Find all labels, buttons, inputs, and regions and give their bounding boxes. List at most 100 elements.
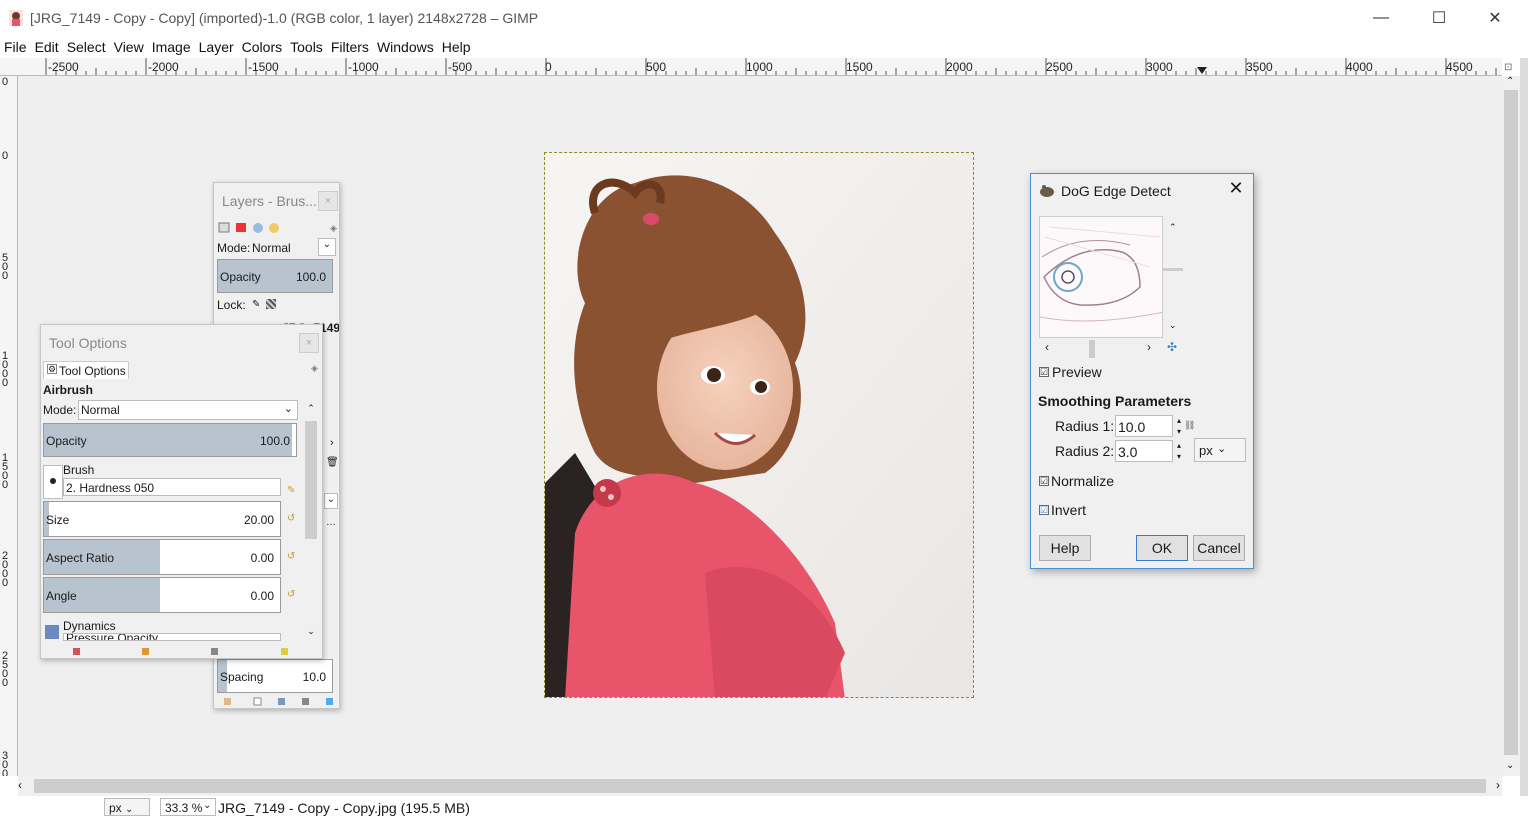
girl-portrait-image bbox=[545, 153, 973, 697]
scroll-left-icon[interactable]: ‹ bbox=[18, 778, 22, 792]
close-window-button[interactable]: ✕ bbox=[1472, 0, 1518, 36]
tab-tool-options[interactable]: ⚙ Tool Options bbox=[43, 361, 129, 379]
tool-mode-select[interactable]: Normal ⌄ bbox=[78, 400, 298, 420]
more-icon[interactable]: … bbox=[326, 517, 336, 528]
menu-filters[interactable]: Filters bbox=[331, 36, 369, 58]
preview-scroll-right-icon[interactable]: › bbox=[1147, 340, 1151, 354]
brush-actions-bar[interactable] bbox=[222, 695, 334, 706]
tool-options-scrollbar[interactable]: ⌃ ⌄ bbox=[303, 403, 319, 639]
opacity-value: 100.0 bbox=[259, 434, 290, 448]
unit-select[interactable]: px ⌄ bbox=[1194, 438, 1246, 462]
scroll-thumb bbox=[305, 421, 317, 539]
radius2-input[interactable]: 3.0 bbox=[1115, 440, 1173, 462]
scroll-down-icon[interactable]: ⌄ bbox=[1506, 760, 1514, 771]
preview-area[interactable] bbox=[1039, 216, 1163, 338]
vertical-ruler[interactable]: 0 0 500 1000 1500 2000 2500 3000 bbox=[0, 76, 18, 776]
spacing-label: Spacing bbox=[220, 670, 264, 684]
preview-checkbox[interactable]: ☑ bbox=[1039, 367, 1049, 377]
chevron-down-icon[interactable]: ⌄ bbox=[203, 800, 211, 811]
cancel-button[interactable]: Cancel bbox=[1193, 535, 1245, 561]
horizontal-scroll-thumb[interactable] bbox=[34, 779, 1486, 793]
vertical-scroll-thumb[interactable] bbox=[1504, 90, 1518, 755]
spacing-slider[interactable]: Spacing 10.0 bbox=[217, 659, 333, 693]
radius1-input[interactable]: 10.0 bbox=[1115, 415, 1173, 437]
horizontal-ruler[interactable]: -2500 -2000 -1500 -1000 -500 0 500 1000 … bbox=[0, 58, 1502, 76]
dialog-close-icon[interactable]: ✕ bbox=[1223, 178, 1249, 202]
reset-size-icon[interactable]: ↺ bbox=[287, 513, 295, 524]
invert-checkbox[interactable]: ☑ bbox=[1039, 505, 1049, 515]
preview-scroll-down-icon[interactable]: ⌄ bbox=[1169, 320, 1177, 331]
navigate-icon[interactable]: ✣ bbox=[1167, 340, 1177, 354]
menu-tools[interactable]: Tools bbox=[290, 36, 323, 58]
layers-mode-value[interactable]: Normal bbox=[252, 241, 291, 255]
preview-vscroll-thumb[interactable] bbox=[1163, 268, 1183, 271]
brush-label: Brush bbox=[63, 463, 95, 477]
angle-slider[interactable]: Angle 0.00 bbox=[43, 577, 281, 613]
spacing-value: 10.0 bbox=[302, 670, 326, 684]
chevron-right-icon[interactable]: › bbox=[330, 437, 334, 449]
dock-close-icon[interactable]: × bbox=[299, 333, 319, 353]
dock-menu-icon[interactable]: ◈ bbox=[330, 223, 337, 234]
reset-aspect-icon[interactable]: ↺ bbox=[287, 551, 295, 562]
unit-value: px bbox=[1199, 443, 1213, 458]
help-button[interactable]: Help bbox=[1039, 535, 1091, 561]
menu-view[interactable]: View bbox=[114, 36, 144, 58]
radius2-label: Radius 2: bbox=[1055, 443, 1115, 459]
preview-label[interactable]: Preview bbox=[1052, 364, 1102, 380]
radius2-value: 3.0 bbox=[1118, 444, 1138, 460]
size-slider[interactable]: Size 20.00 bbox=[43, 501, 281, 537]
image-photo[interactable] bbox=[544, 152, 974, 698]
dock-tab-icons[interactable] bbox=[218, 221, 288, 235]
edit-brush-icon[interactable]: ✎ bbox=[287, 485, 295, 496]
preview-scroll-up-icon[interactable]: ⌃ bbox=[1169, 222, 1177, 233]
radius1-stepper[interactable]: ▴ ▾ bbox=[1174, 415, 1184, 437]
layers-mode-label: Mode: bbox=[217, 241, 251, 255]
lock-alpha-icon[interactable] bbox=[266, 299, 276, 309]
menu-windows[interactable]: Windows bbox=[377, 36, 434, 58]
menu-layer[interactable]: Layer bbox=[199, 36, 234, 58]
reset-angle-icon[interactable]: ↺ bbox=[287, 589, 295, 600]
menu-image[interactable]: Image bbox=[152, 36, 191, 58]
aspect-ratio-slider[interactable]: Aspect Ratio 0.00 bbox=[43, 539, 281, 575]
preview-scroll-left-icon[interactable]: ‹ bbox=[1045, 340, 1049, 354]
minimize-button[interactable]: — bbox=[1358, 0, 1404, 36]
zoom-follow-icon[interactable]: ⊡ bbox=[1504, 62, 1512, 73]
layers-opacity-slider[interactable]: Opacity 100.0 bbox=[217, 259, 333, 293]
lock-label: Lock: bbox=[217, 298, 246, 312]
menu-colors[interactable]: Colors bbox=[242, 36, 282, 58]
menu-select[interactable]: Select bbox=[67, 36, 106, 58]
dock-close-icon[interactable]: × bbox=[318, 191, 338, 211]
dynamics-field[interactable]: Pressure Opacity bbox=[63, 633, 281, 641]
menu-help[interactable]: Help bbox=[442, 36, 471, 58]
layers-tab-icons bbox=[218, 222, 279, 233]
chevron-down-icon[interactable]: ⌄ bbox=[318, 238, 336, 256]
normalize-label[interactable]: Normalize bbox=[1051, 473, 1114, 489]
brush-name-field[interactable]: 2. Hardness 050 bbox=[63, 478, 281, 496]
ruler-label: 3000 bbox=[1146, 60, 1173, 74]
lock-pixels-icon[interactable]: ✎ bbox=[252, 299, 260, 310]
brush-preview[interactable] bbox=[43, 465, 63, 499]
maximize-button[interactable]: ☐ bbox=[1416, 0, 1462, 36]
normalize-checkbox[interactable]: ☑ bbox=[1039, 476, 1049, 486]
dynamics-icon[interactable] bbox=[45, 625, 59, 639]
menu-file[interactable]: File bbox=[4, 36, 27, 58]
dock-menu-icon[interactable]: ◈ bbox=[311, 363, 318, 374]
chevron-down-icon[interactable]: ⌄ bbox=[324, 493, 338, 509]
delete-icon[interactable]: 🗑 bbox=[326, 457, 339, 468]
ruler-label: 1000 bbox=[2, 350, 9, 389]
pointer-marker-icon bbox=[1197, 67, 1207, 74]
wilber-icon bbox=[1040, 185, 1054, 197]
tool-options-dock: Tool Options × ⚙ Tool Options ◈ Airbrush… bbox=[40, 324, 323, 659]
ok-button[interactable]: OK bbox=[1136, 535, 1188, 561]
tool-options-actions[interactable] bbox=[71, 645, 301, 655]
radius2-stepper[interactable]: ▴ ▾ bbox=[1174, 440, 1184, 462]
menu-edit[interactable]: Edit bbox=[35, 36, 59, 58]
unit-combo[interactable]: px ⌄ bbox=[104, 798, 150, 816]
invert-label[interactable]: Invert bbox=[1051, 502, 1086, 518]
ruler-label: 1500 bbox=[2, 452, 9, 491]
scroll-right-icon[interactable]: › bbox=[1496, 778, 1500, 792]
preview-hscroll-thumb[interactable] bbox=[1089, 340, 1095, 358]
chain-link-icon[interactable]: ⛓ bbox=[1184, 420, 1195, 431]
scroll-up-icon[interactable]: ⌃ bbox=[1506, 76, 1514, 87]
tool-opacity-slider[interactable]: Opacity 100.0 bbox=[43, 423, 297, 457]
